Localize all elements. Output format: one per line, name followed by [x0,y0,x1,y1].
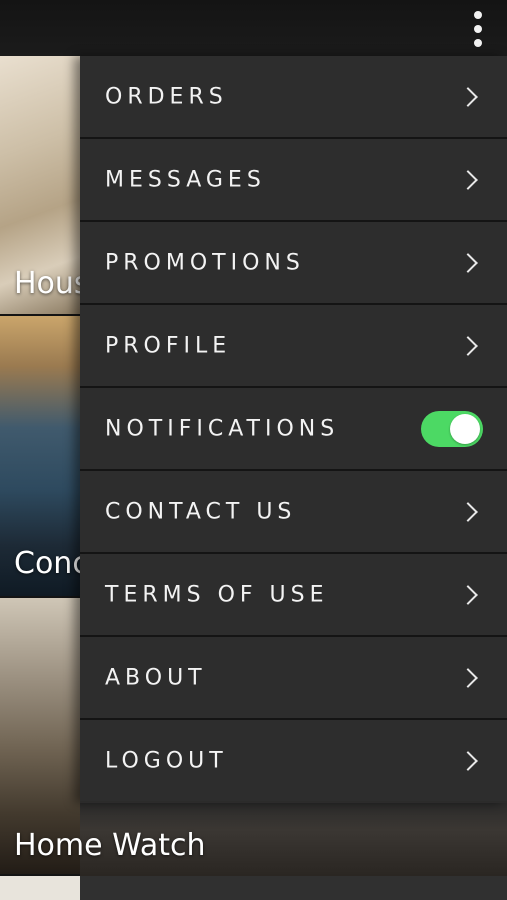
chevron-right-icon [458,86,478,107]
chevron-right-icon [458,169,478,190]
notifications-toggle[interactable] [421,410,483,447]
menu-item-profile[interactable]: PROFILE [80,305,507,386]
chevron-right-icon [458,501,478,522]
kebab-dot [474,39,482,47]
chevron-right-icon [458,667,478,688]
menu-item-label: LOGOUT [105,748,228,773]
chevron-right-icon [458,252,478,273]
chevron-right-icon [458,335,478,356]
menu-item-label: MESSAGES [105,167,266,192]
chevron-right-icon [458,584,478,605]
menu-item-label: ORDERS [105,84,228,109]
menu-item-label: PROMOTIONS [105,250,305,275]
menu-item-contact-us[interactable]: CONTACT US [80,471,507,552]
background-card-image [80,876,507,900]
menu-item-logout[interactable]: LOGOUT [80,720,507,801]
more-vertical-icon[interactable] [467,6,489,52]
top-bar [0,0,507,56]
menu-item-terms-of-use[interactable]: TERMS OF USE [80,554,507,635]
kebab-dot [474,11,482,19]
background-card-title: Hous [14,266,90,301]
background-card-image [0,876,80,900]
menu-item-label: NOTIFICATIONS [105,416,340,441]
background-card-title: Home Watch [14,828,206,863]
menu-item-messages[interactable]: MESSAGES [80,139,507,220]
menu-item-orders[interactable]: ORDERS [80,56,507,137]
menu-item-label: ABOUT [105,665,207,690]
menu-item-label: CONTACT US [105,499,297,524]
chevron-right-icon [458,750,478,771]
background-card-title: Conc [14,546,89,581]
toggle-knob [450,413,480,444]
menu-item-promotions[interactable]: PROMOTIONS [80,222,507,303]
menu-item-about[interactable]: ABOUT [80,637,507,718]
side-menu: ORDERS MESSAGES PROMOTIONS PROFILE NOTIF… [80,56,507,803]
menu-item-notifications: NOTIFICATIONS [80,388,507,469]
menu-item-label: TERMS OF USE [105,582,329,607]
menu-item-label: PROFILE [105,333,232,358]
kebab-dot [474,25,482,33]
